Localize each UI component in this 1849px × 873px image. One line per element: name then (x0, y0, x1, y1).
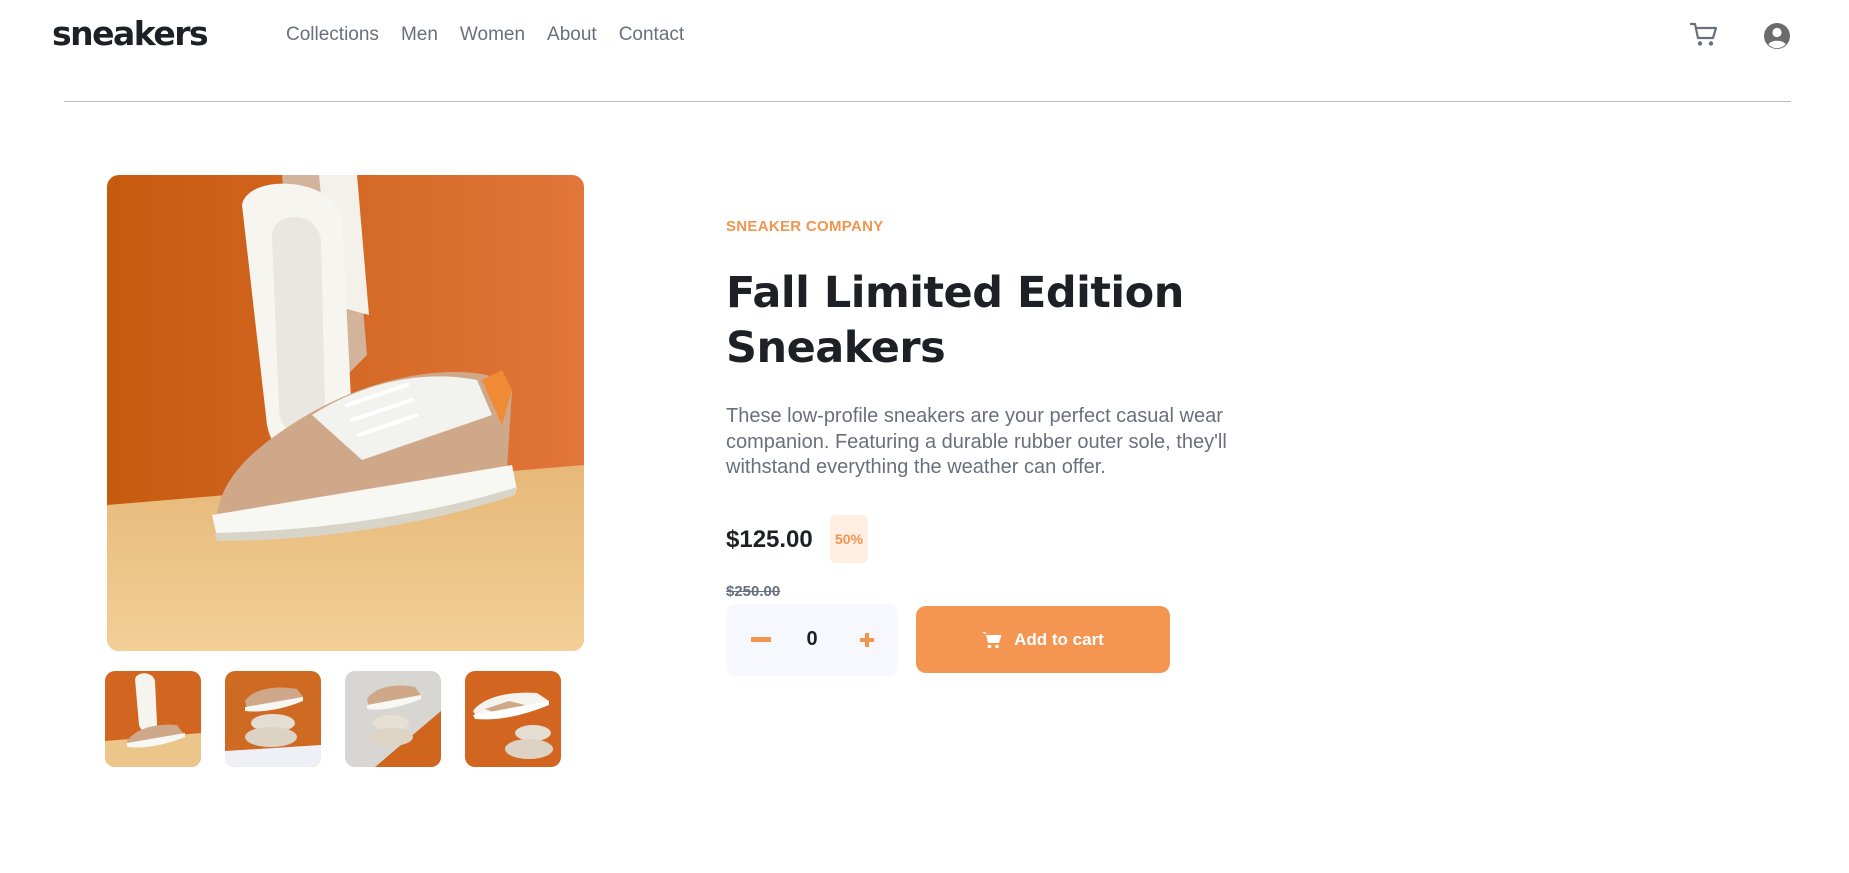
add-to-cart-label: Add to cart (1014, 629, 1104, 649)
plus-icon (860, 633, 874, 647)
nav-link-collections[interactable]: Collections (286, 24, 379, 46)
add-to-cart-button[interactable]: Add to cart (916, 606, 1170, 673)
minus-icon (751, 637, 771, 642)
nav-link-about[interactable]: About (547, 24, 597, 46)
user-avatar-icon[interactable] (1763, 22, 1791, 50)
increase-quantity-button[interactable] (856, 629, 878, 651)
thumbnail-3[interactable] (345, 671, 441, 767)
main-nav: Collections Men Women About Contact (286, 24, 684, 46)
company-label: SNEAKER COMPANY (726, 218, 884, 235)
product-main-image[interactable] (107, 175, 584, 651)
thumbnail-1[interactable] (105, 671, 201, 767)
nav-link-contact[interactable]: Contact (619, 24, 684, 46)
decrease-quantity-button[interactable] (750, 629, 772, 651)
thumbnail-4[interactable] (465, 671, 561, 767)
cart-icon (982, 631, 1002, 648)
product-description: These low-profile sneakers are your perf… (726, 405, 1227, 478)
discount-badge: 50% (830, 515, 868, 563)
original-price: $250.00 (726, 583, 781, 600)
nav-link-men[interactable]: Men (401, 24, 438, 46)
header-divider (64, 101, 1791, 102)
product-title: Fall Limited Edition Sneakers (726, 268, 1184, 373)
thumbnail-strip (105, 671, 561, 767)
site-header: sneakers Collections Men Women About Con… (0, 0, 1849, 102)
logo[interactable]: sneakers (52, 14, 209, 53)
quantity-value: 0 (806, 628, 818, 650)
quantity-stepper: 0 (726, 604, 898, 676)
nav-link-women[interactable]: Women (460, 24, 525, 46)
thumbnail-2[interactable] (225, 671, 321, 767)
cart-icon[interactable] (1688, 18, 1720, 50)
current-price: $125.00 (726, 526, 813, 553)
